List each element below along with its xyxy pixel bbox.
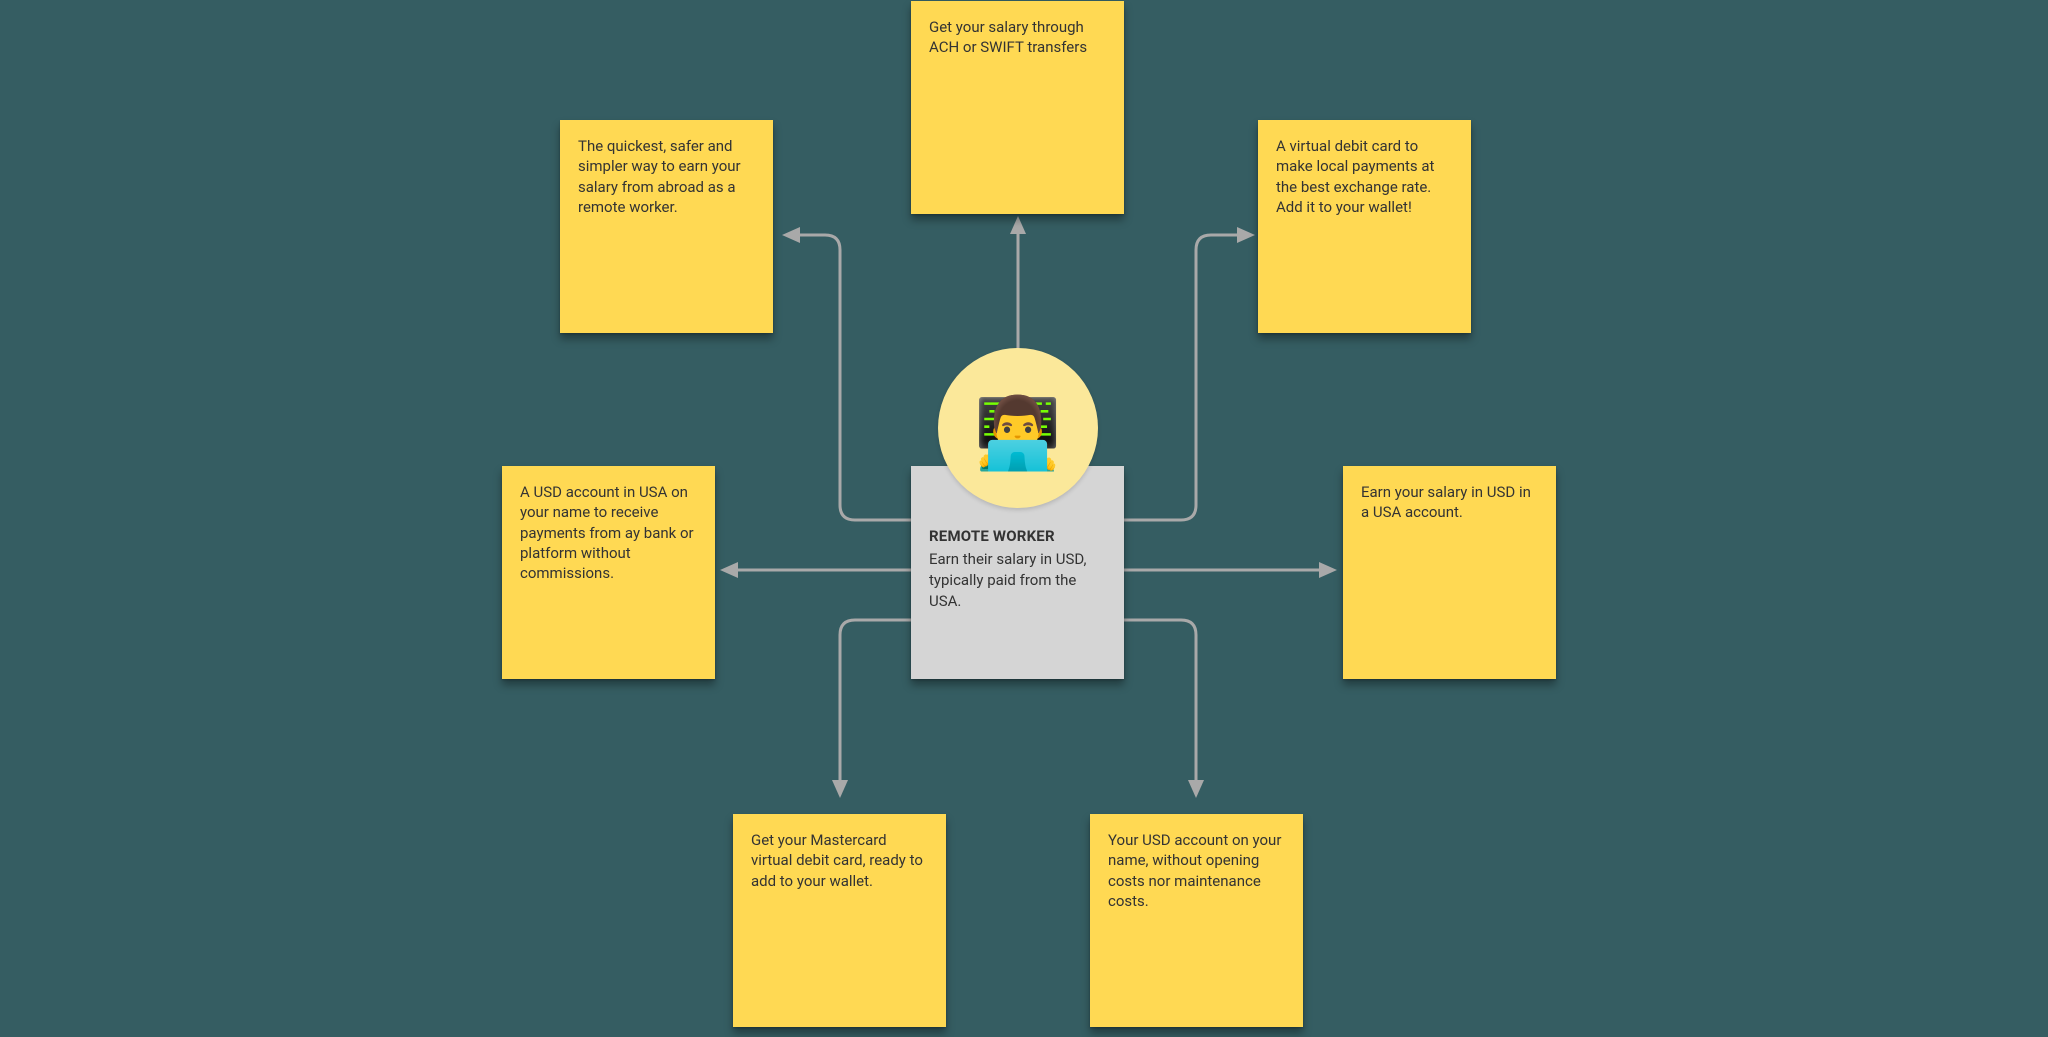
center-card-title: REMOTE WORKER xyxy=(929,526,1106,547)
avatar-persona: 👨‍💻 xyxy=(938,348,1098,508)
note-left[interactable]: A USD account in USA on your name to rec… xyxy=(502,466,715,679)
note-bottom-right[interactable]: Your USD account on your name, without o… xyxy=(1090,814,1303,1027)
note-top-right[interactable]: A virtual debit card to make local payme… xyxy=(1258,120,1471,333)
note-top-left[interactable]: The quickest, safer and simpler way to e… xyxy=(560,120,773,333)
person-laptop-icon: 👨‍💻 xyxy=(974,399,1061,469)
note-right[interactable]: Earn your salary in USD in a USA account… xyxy=(1343,466,1556,679)
diagram-canvas: Get your salary through ACH or SWIFT tra… xyxy=(0,0,2048,1037)
note-bottom-left[interactable]: Get your Mastercard virtual debit card, … xyxy=(733,814,946,1027)
center-card-description: Earn their salary in USD, typically paid… xyxy=(929,549,1106,612)
note-top[interactable]: Get your salary through ACH or SWIFT tra… xyxy=(911,1,1124,214)
